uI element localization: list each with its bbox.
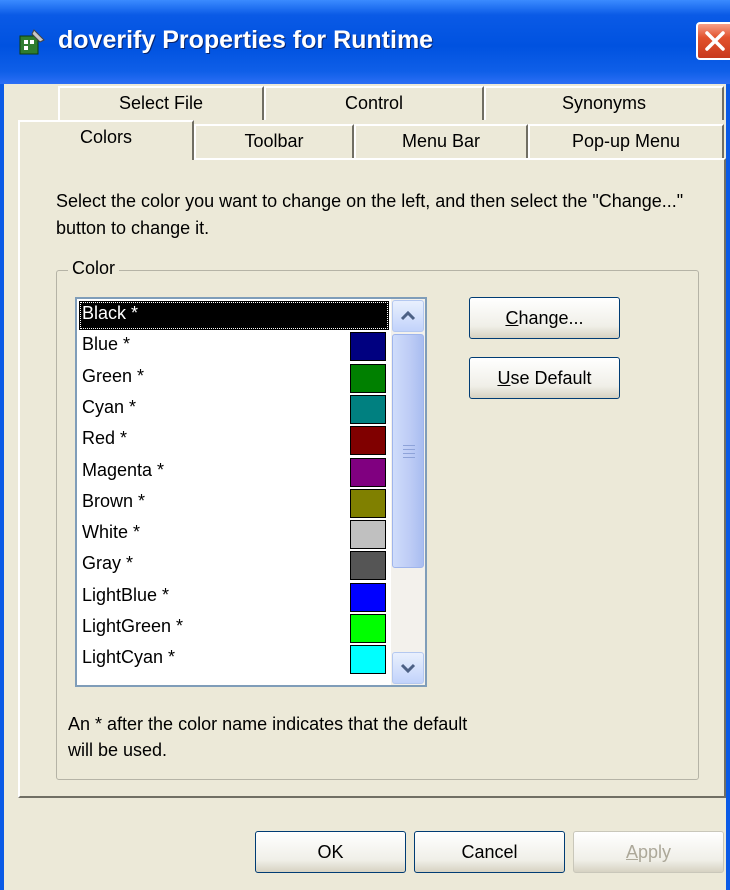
window-title: doverify Properties for Runtime (58, 26, 434, 54)
scroll-up-button[interactable] (392, 300, 424, 332)
tab-toolbar[interactable]: Toolbar (194, 124, 354, 160)
tab-colors[interactable]: Colors (18, 120, 194, 160)
list-item[interactable]: Magenta * (79, 456, 389, 487)
color-name: Gray * (82, 553, 134, 574)
thumb-grip (403, 457, 415, 458)
color-swatch (350, 614, 386, 643)
color-name: Cyan * (82, 396, 137, 417)
list-item[interactable]: LightGreen * (79, 612, 389, 643)
color-name: LightBlue * (82, 584, 170, 605)
color-swatch (350, 551, 386, 581)
window-frame-right (726, 84, 730, 890)
thumb-grip (403, 449, 415, 450)
instruction-text: Select the color you want to change on t… (56, 191, 684, 238)
list-item[interactable]: Gray * (79, 549, 389, 581)
footnote-text: An * after the color name indicates that… (68, 714, 468, 760)
color-name: LightCyan * (82, 647, 176, 668)
color-swatch (350, 645, 386, 675)
list-item[interactable]: Red * (79, 424, 389, 456)
scroll-thumb[interactable] (392, 334, 424, 568)
color-swatch (350, 363, 386, 393)
color-swatch (350, 457, 386, 487)
color-swatch (350, 426, 386, 456)
window-frame-left (0, 84, 4, 890)
close-icon (705, 31, 725, 51)
color-swatch (350, 582, 386, 612)
tab-synonyms[interactable]: Synonyms (484, 86, 724, 120)
color-name: LightGreen * (82, 616, 184, 636)
color-name: Green * (82, 365, 145, 386)
color-name: Magenta * (82, 459, 165, 480)
list-item[interactable]: Brown * (79, 487, 389, 518)
ok-button[interactable]: OK (255, 831, 406, 873)
tab-control[interactable]: Control (264, 86, 484, 120)
color-swatch (350, 520, 386, 550)
app-icon (19, 29, 45, 55)
tab-popup-menu[interactable]: Pop-up Menu (528, 124, 724, 160)
chevron-down-icon (400, 663, 416, 674)
listbox-scrollbar[interactable] (391, 299, 425, 685)
list-item[interactable]: Green * (79, 362, 389, 393)
use-default-button[interactable]: Use Default (469, 357, 620, 399)
color-swatch (350, 488, 386, 518)
close-button[interactable] (696, 22, 730, 60)
change-button[interactable]: Change... (469, 297, 620, 339)
list-item[interactable]: LightCyan * (79, 643, 389, 675)
color-name: Black * (82, 303, 139, 323)
color-name: Red * (82, 428, 128, 449)
color-name: Blue * (82, 334, 131, 355)
color-swatch (350, 332, 386, 362)
chevron-up-icon (400, 310, 416, 321)
tab-select-file[interactable]: Select File (58, 86, 264, 120)
color-name: White * (82, 522, 141, 543)
scroll-down-button[interactable] (392, 652, 424, 684)
tab-menu-bar[interactable]: Menu Bar (354, 124, 528, 160)
cancel-button[interactable]: Cancel (414, 831, 565, 873)
list-item[interactable]: White * (79, 518, 389, 550)
apply-button[interactable]: Apply (573, 831, 724, 873)
color-group-label: Color (68, 258, 120, 279)
color-name: Brown * (82, 490, 146, 511)
list-item[interactable]: LightBlue * (79, 581, 389, 612)
color-listbox[interactable]: Black * Blue * Green * Cyan * Red * Magenta *… (75, 297, 427, 687)
thumb-grip (403, 453, 415, 454)
list-item[interactable]: Blue * (79, 330, 389, 362)
title-bar[interactable]: doverify Properties for Runtime (0, 0, 730, 84)
color-swatch (350, 394, 386, 424)
list-item[interactable]: Cyan * (79, 393, 389, 424)
list-item[interactable]: Black * (79, 299, 389, 330)
thumb-grip (403, 445, 415, 446)
